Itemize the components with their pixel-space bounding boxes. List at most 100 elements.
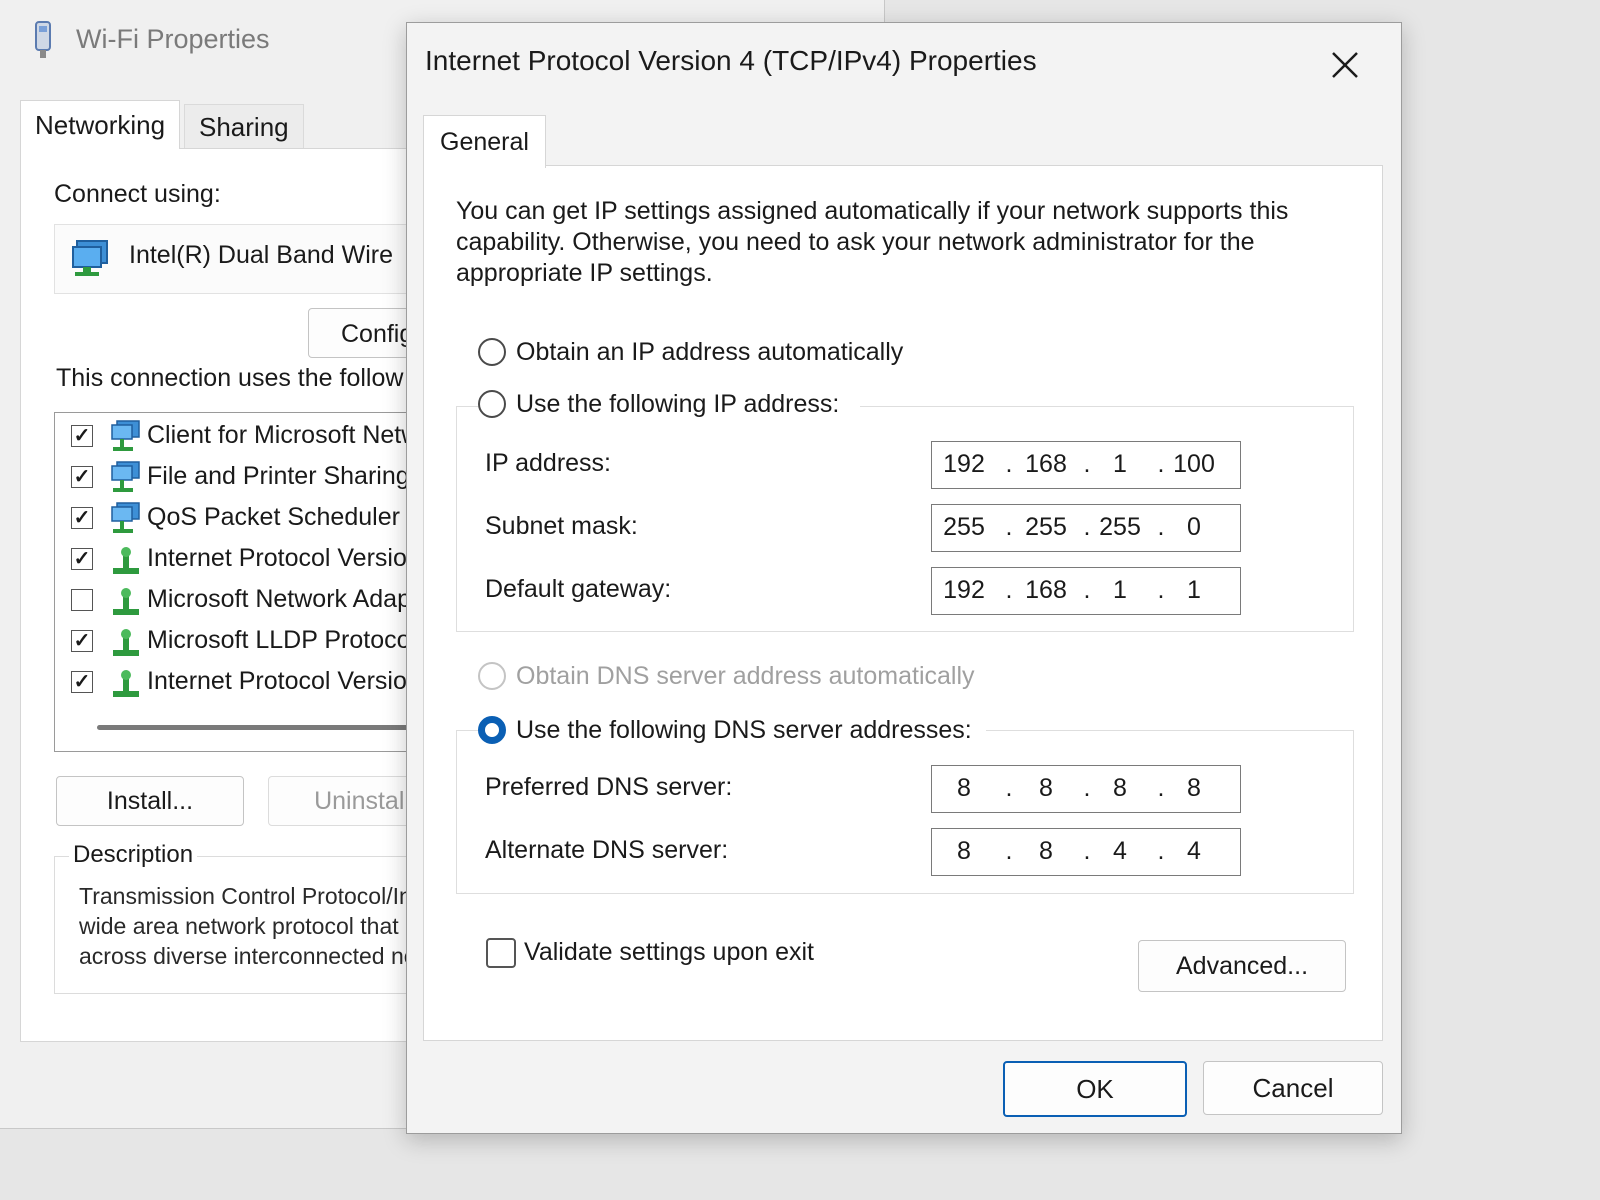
field-label: Preferred DNS server: bbox=[485, 773, 733, 801]
ipv4-properties-dialog: Internet Protocol Version 4 (TCP/IPv4) P… bbox=[406, 22, 1402, 1134]
description-line: wide area network protocol that bbox=[79, 913, 399, 939]
ip-octet[interactable]: 255 bbox=[938, 513, 990, 542]
octet-separator: . bbox=[1005, 450, 1013, 478]
ip-address-input[interactable]: 192 . 168 . 1 . 100 bbox=[931, 441, 1241, 489]
wifi-adapter-icon bbox=[35, 21, 51, 58]
list-item[interactable]: ✓ File and Printer Sharing f bbox=[55, 458, 455, 498]
validate-settings-checkbox[interactable] bbox=[486, 938, 516, 968]
ip-octet[interactable]: 1 bbox=[1168, 576, 1220, 605]
network-client-icon bbox=[111, 420, 140, 451]
adapter-box: Intel(R) Dual Band Wire bbox=[54, 224, 456, 294]
tab-general[interactable]: General bbox=[423, 115, 546, 168]
alternate-dns-row: Alternate DNS server: 8 . 8 . 4 . 4 bbox=[485, 828, 1335, 876]
default-gateway-row: Default gateway: 192 . 168 . 1 . 1 bbox=[485, 567, 1335, 615]
ip-octet[interactable]: 8 bbox=[1020, 774, 1072, 803]
octet-separator: . bbox=[1157, 837, 1165, 865]
dialog-title: Internet Protocol Version 4 (TCP/IPv4) P… bbox=[425, 45, 1037, 76]
component-checkbox[interactable]: ✓ bbox=[71, 548, 93, 570]
radio-label: Use the following IP address: bbox=[516, 390, 840, 418]
component-label: Internet Protocol Version bbox=[147, 544, 421, 572]
ok-button[interactable]: OK bbox=[1003, 1061, 1187, 1117]
preferred-dns-row: Preferred DNS server: 8 . 8 . 8 . 8 bbox=[485, 765, 1335, 813]
ip-octet[interactable]: 8 bbox=[1020, 837, 1072, 866]
ip-octet[interactable]: 168 bbox=[1020, 576, 1072, 605]
ip-octet[interactable]: 8 bbox=[1168, 774, 1220, 803]
ip-octet[interactable]: 1 bbox=[1094, 576, 1146, 605]
protocol-icon bbox=[113, 629, 139, 656]
list-item[interactable]: ✓ Internet Protocol Version bbox=[55, 663, 455, 703]
protocol-icon bbox=[113, 588, 139, 615]
default-gateway-input[interactable]: 192 . 168 . 1 . 1 bbox=[931, 567, 1241, 615]
use-following-ip-radio[interactable]: Use the following IP address: bbox=[478, 388, 860, 422]
radio-button[interactable] bbox=[478, 662, 506, 690]
component-label: Microsoft LLDP Protocol bbox=[147, 626, 417, 654]
cancel-button[interactable]: Cancel bbox=[1203, 1061, 1383, 1115]
list-item[interactable]: Microsoft Network Adapt bbox=[55, 581, 455, 621]
component-checkbox[interactable]: ✓ bbox=[71, 671, 93, 693]
list-item[interactable]: ✓ Microsoft LLDP Protocol bbox=[55, 622, 455, 662]
component-label: Internet Protocol Version bbox=[147, 667, 421, 695]
component-label: Microsoft Network Adapt bbox=[147, 585, 418, 613]
octet-separator: . bbox=[1083, 513, 1091, 541]
tab-networking[interactable]: Networking bbox=[20, 100, 181, 149]
list-item[interactable]: ✓ Internet Protocol Version bbox=[55, 540, 455, 580]
alternate-dns-input[interactable]: 8 . 8 . 4 . 4 bbox=[931, 828, 1241, 876]
field-label: Alternate DNS server: bbox=[485, 836, 729, 864]
subnet-mask-input[interactable]: 255 . 255 . 255 . 0 bbox=[931, 504, 1241, 552]
ip-octet[interactable]: 8 bbox=[1094, 774, 1146, 803]
protocol-icon bbox=[113, 547, 139, 574]
ip-address-row: IP address: 192 . 168 . 1 . 100 bbox=[485, 441, 1335, 489]
octet-separator: . bbox=[1005, 774, 1013, 802]
close-icon[interactable] bbox=[1317, 37, 1373, 93]
description-legend: Description bbox=[69, 841, 198, 869]
advanced-button[interactable]: Advanced... bbox=[1138, 940, 1346, 992]
radio-button[interactable] bbox=[478, 390, 506, 418]
ip-octet[interactable]: 192 bbox=[938, 576, 990, 605]
horizontal-scrollbar[interactable] bbox=[97, 725, 455, 730]
ip-octet[interactable]: 8 bbox=[938, 837, 990, 866]
component-checkbox[interactable]: ✓ bbox=[71, 507, 93, 529]
protocol-icon bbox=[113, 670, 139, 697]
radio-label: Use the following DNS server addresses: bbox=[516, 716, 972, 744]
list-item[interactable]: ✓ QoS Packet Scheduler bbox=[55, 499, 455, 539]
component-checkbox[interactable]: ✓ bbox=[71, 425, 93, 447]
components-list[interactable]: ✓ Client for Microsoft Netw ✓ File and P… bbox=[54, 412, 456, 752]
network-client-icon bbox=[111, 461, 140, 492]
octet-separator: . bbox=[1005, 837, 1013, 865]
ip-octet[interactable]: 8 bbox=[938, 774, 990, 803]
ip-octet[interactable]: 1 bbox=[1094, 450, 1146, 479]
preferred-dns-input[interactable]: 8 . 8 . 8 . 8 bbox=[931, 765, 1241, 813]
ip-octet[interactable]: 192 bbox=[938, 450, 990, 479]
ip-octet[interactable]: 4 bbox=[1094, 837, 1146, 866]
component-checkbox[interactable] bbox=[71, 589, 93, 611]
use-following-dns-radio[interactable]: Use the following DNS server addresses: bbox=[478, 714, 986, 748]
ip-octet[interactable]: 255 bbox=[1020, 513, 1072, 542]
octet-separator: . bbox=[1157, 450, 1165, 478]
radio-label: Obtain DNS server address automatically bbox=[516, 662, 975, 690]
component-label: File and Printer Sharing f bbox=[147, 462, 424, 490]
radio-button[interactable] bbox=[478, 338, 506, 366]
radio-button[interactable] bbox=[478, 716, 506, 744]
ip-octet[interactable]: 168 bbox=[1020, 450, 1072, 479]
intro-text: You can get IP settings assigned automat… bbox=[456, 197, 1289, 287]
ip-octet[interactable]: 0 bbox=[1168, 513, 1220, 542]
ip-octet[interactable]: 255 bbox=[1094, 513, 1146, 542]
validate-settings-label: Validate settings upon exit bbox=[524, 938, 815, 966]
component-label: QoS Packet Scheduler bbox=[147, 503, 400, 531]
ip-octet[interactable]: 4 bbox=[1168, 837, 1220, 866]
octet-separator: . bbox=[1157, 513, 1165, 541]
adapter-name: Intel(R) Dual Band Wire bbox=[129, 241, 393, 269]
component-checkbox[interactable]: ✓ bbox=[71, 630, 93, 652]
install-button[interactable]: Install... bbox=[56, 776, 244, 826]
octet-separator: . bbox=[1157, 576, 1165, 604]
tab-sharing[interactable]: Sharing bbox=[184, 104, 304, 149]
field-label: Default gateway: bbox=[485, 575, 672, 603]
component-checkbox[interactable]: ✓ bbox=[71, 466, 93, 488]
radio-label: Obtain an IP address automatically bbox=[516, 338, 904, 366]
octet-separator: . bbox=[1005, 513, 1013, 541]
general-panel: You can get IP settings assigned automat… bbox=[423, 165, 1383, 1041]
description-line: Transmission Control Protocol/Int bbox=[79, 883, 419, 909]
octet-separator: . bbox=[1083, 576, 1091, 604]
list-item[interactable]: ✓ Client for Microsoft Netw bbox=[55, 417, 455, 457]
ip-octet[interactable]: 100 bbox=[1168, 450, 1220, 479]
